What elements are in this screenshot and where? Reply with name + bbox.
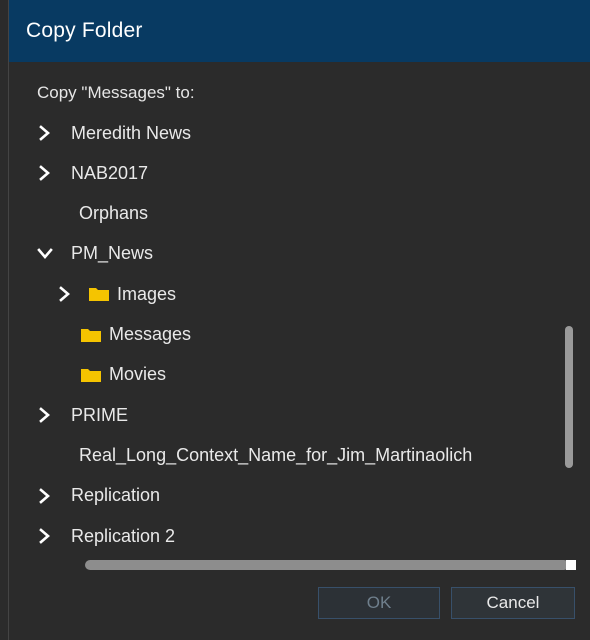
chevron-down-icon[interactable] (37, 246, 53, 262)
tree-item-label: Replication (71, 485, 161, 506)
tree-item-label: Real_Long_Context_Name_for_Jim_Martinaol… (79, 444, 473, 465)
tree-item[interactable]: Real_Long_Context_Name_for_Jim_Martinaol… (9, 435, 569, 475)
folder-icon (89, 287, 109, 302)
chevron-right-icon[interactable] (37, 528, 53, 544)
chevron-right-icon[interactable] (37, 487, 53, 504)
tree-item[interactable]: PM_News (9, 234, 569, 274)
tree-item-label: PM_News (71, 243, 154, 264)
copy-prompt: Copy "Messages" to: (37, 83, 195, 102)
horizontal-scrollbar-thumb[interactable] (566, 560, 576, 570)
folder-tree[interactable]: Meredith News NAB2017 Orphans PM_News Images… (9, 113, 569, 553)
tree-item-label: Replication 2 (71, 525, 176, 546)
chevron-right-icon[interactable] (37, 125, 53, 141)
chevron-right-icon[interactable] (37, 165, 53, 182)
dialog-title-bar[interactable]: Copy Folder (9, 0, 590, 62)
tree-item[interactable]: NAB2017 (9, 153, 569, 193)
tree-item[interactable]: Meredith News (9, 113, 569, 153)
dialog-title: Copy Folder (26, 19, 143, 42)
tree-item[interactable]: Replication 2 (9, 516, 569, 556)
tree-item[interactable]: Orphans (9, 194, 569, 234)
vertical-scrollbar[interactable] (565, 326, 573, 468)
tree-item-label: Images (117, 283, 177, 304)
folder-icon (81, 368, 101, 382)
tree-item[interactable]: Replication (9, 476, 569, 516)
chevron-right-icon[interactable] (37, 407, 53, 423)
tree-item-label: Messages (109, 324, 192, 344)
folder-icon (81, 328, 101, 342)
tree-item[interactable]: PRIME (9, 395, 569, 435)
copy-folder-dialog: Copy Folder Copy "Messages" to: Meredith… (8, 0, 590, 640)
tree-item[interactable]: Messages (9, 315, 569, 355)
tree-item-label: Movies (109, 364, 167, 385)
horizontal-scrollbar[interactable] (85, 560, 569, 570)
tree-item-label: Meredith News (71, 122, 192, 143)
tree-item-label: PRIME (71, 404, 129, 425)
tree-item[interactable]: Movies (9, 355, 569, 395)
tree-item-label: Orphans (79, 203, 149, 224)
cancel-button[interactable]: Cancel (451, 587, 575, 619)
tree-item[interactable]: Images (9, 274, 569, 314)
chevron-right-icon[interactable] (57, 286, 73, 303)
ok-button[interactable]: OK (318, 587, 440, 619)
tree-item-label: NAB2017 (71, 162, 149, 183)
